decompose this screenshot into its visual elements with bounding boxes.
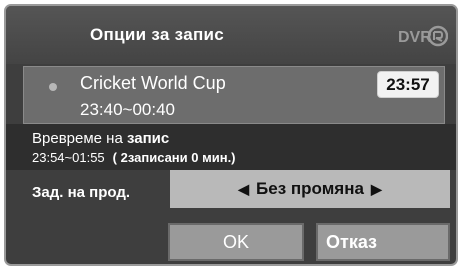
recording-info: ( 2записани 0 мин.) bbox=[112, 150, 236, 165]
dialog-titlebar: Опции за запис DVR bbox=[6, 6, 456, 64]
program-info-panel: Cricket World Cup 23:40~00:40 23:57 bbox=[23, 66, 445, 124]
recording-label-bold: запис bbox=[122, 130, 170, 147]
left-arrow-icon[interactable]: ◀ bbox=[238, 181, 249, 198]
dvr-logo-icon: DVR bbox=[398, 25, 448, 47]
ok-button[interactable]: OK bbox=[168, 223, 304, 261]
current-time-badge: 23:57 bbox=[377, 71, 439, 98]
dialog-title: Опции за запис bbox=[90, 25, 225, 44]
post-action-selector[interactable]: ◀ Без промяна ▶ bbox=[170, 170, 450, 208]
recording-time: 23:54~01:55 bbox=[32, 150, 105, 165]
bullet-icon bbox=[49, 83, 57, 91]
recording-label-prefix: Вревреме на bbox=[32, 130, 123, 147]
post-action-label: Зад. на прод. bbox=[32, 184, 131, 201]
program-name: Cricket World Cup bbox=[80, 73, 226, 93]
recording-time-range: 23:54~01:55 ( 2записани 0 мин.) bbox=[32, 150, 236, 165]
right-arrow-icon[interactable]: ▶ bbox=[371, 181, 382, 198]
recording-time-label: Вревреме на запис bbox=[32, 130, 169, 147]
record-options-dialog: Опции за запис DVR Cricket World Cup 23:… bbox=[4, 4, 458, 266]
dvr-logo-text: DVR bbox=[398, 29, 432, 46]
program-time: 23:40~00:40 bbox=[80, 100, 176, 119]
cancel-button[interactable]: Отказ bbox=[316, 223, 450, 261]
post-action-value: Без промяна bbox=[256, 179, 364, 198]
